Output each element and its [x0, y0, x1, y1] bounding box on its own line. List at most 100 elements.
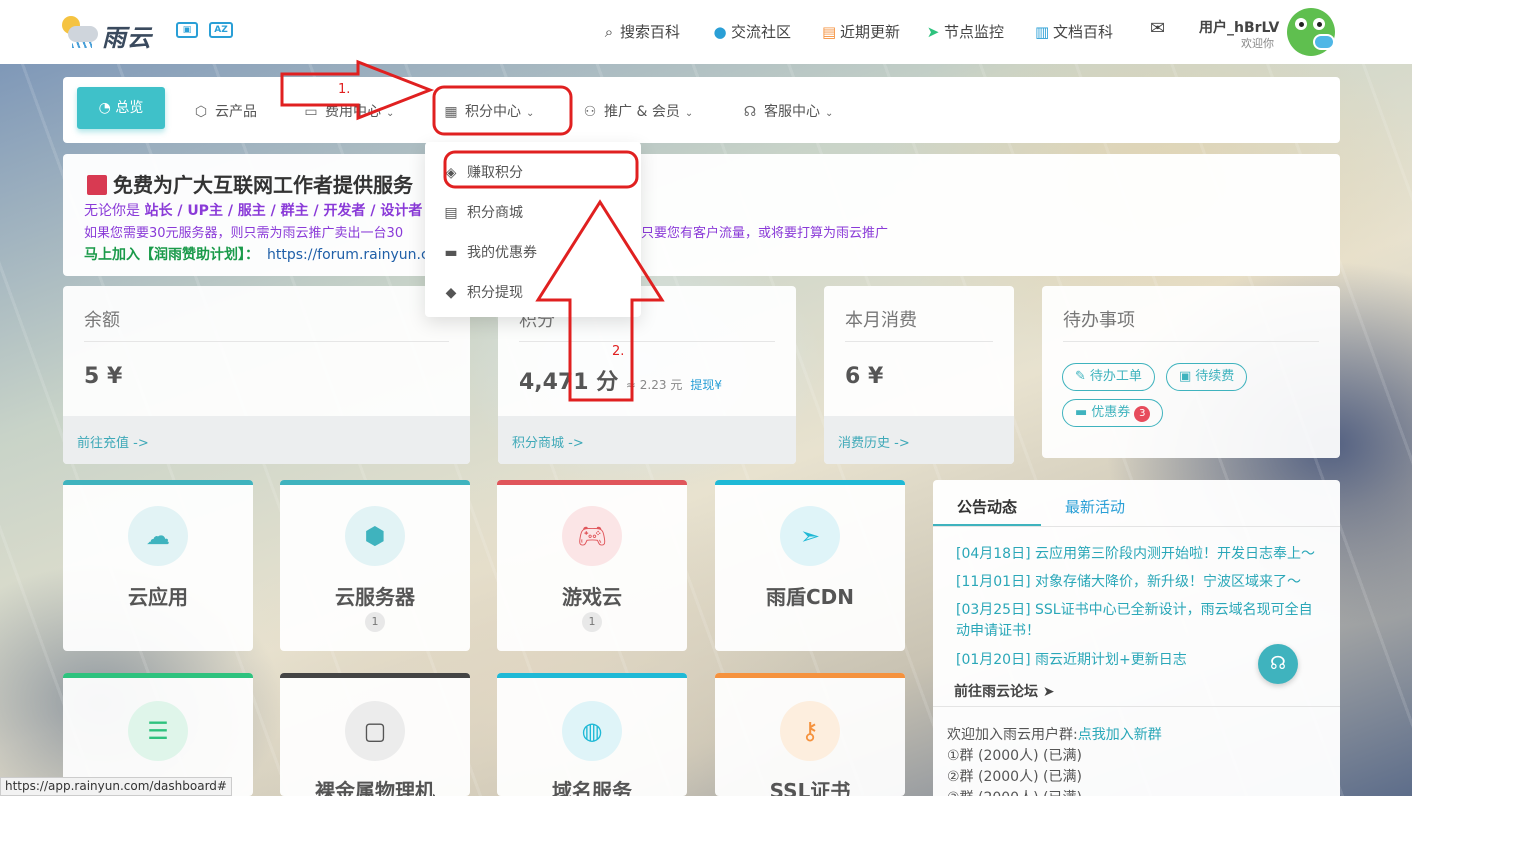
nav-overview-label: 总览	[115, 100, 144, 116]
store-icon: ▤	[444, 205, 458, 221]
spend-history-link[interactable]: 消费历史 ->	[838, 432, 910, 451]
coupons-button[interactable]: ▬ 优惠券 3	[1062, 399, 1164, 427]
monthly-label: 本月消费	[845, 310, 917, 331]
tile-accent-bar	[63, 673, 253, 678]
menu-item-withdraw-points[interactable]: ◆ 积分提现	[443, 282, 523, 302]
chevron-down-icon: ⌄	[526, 108, 535, 119]
book-icon: ▥	[1035, 23, 1050, 41]
news-item[interactable]: [04月18日] 云应用第三阶段内测开始啦！开发日志奉上～	[956, 544, 1316, 565]
cubes-icon: ⬡	[194, 104, 208, 120]
pending-tickets-button[interactable]: ✎ 待办工单	[1062, 363, 1155, 391]
points-approx: ≈ 2.23 元	[625, 378, 683, 392]
divider	[933, 526, 1340, 527]
tile-cloud-app[interactable]: ☁ 云应用	[63, 480, 253, 651]
topnav-community[interactable]: ● 交流社区	[713, 21, 791, 42]
banner-title: 免费为广大互联网工作者提供服务	[87, 169, 413, 198]
nav-promotion[interactable]: ⚇ 推广 & 会员 ⌄	[582, 101, 694, 121]
group-line: ②群 (2000人) (已满)	[947, 769, 1082, 785]
tile-ssl[interactable]: ⚷ SSL证书	[715, 673, 905, 796]
banner-plan-label: 马上加入【润雨赞助计划】：	[84, 247, 259, 263]
menu-item-label: 我的优惠券	[467, 245, 537, 261]
monthly-spend-card: 本月消费 6 ¥ 消费历史 ->	[824, 286, 1014, 464]
nav-label: 积分中心	[465, 104, 521, 120]
announcement-banner: 免费为广大互联网工作者提供服务 无论你是 站长 / UP主 / 服主 / 群主 …	[63, 154, 1340, 276]
menu-item-my-coupons[interactable]: ▬ 我的优惠券	[443, 242, 537, 262]
tile-cdn[interactable]: ➣ 雨盾CDN	[715, 480, 905, 651]
ticket-icon: ▬	[1075, 405, 1088, 420]
tile-accent-bar	[280, 673, 470, 678]
top-bar: 雨云 ▣ AZ ⌕ 搜索百科 ● 交流社区 ▤ 近期更新 ➤ 节点监控 ▥ 文档百科 ✉ …	[0, 0, 1412, 64]
news-item[interactable]: [11月01日] 对象存储大降价，新升级！宁波区域来了～	[956, 572, 1316, 593]
tile-count-badge: 1	[365, 612, 385, 632]
points-dropdown-menu: ◈ 赚取积分 ▤ 积分商城 ▬ 我的优惠券 ◆ 积分提现	[425, 142, 641, 317]
frame-icon: ▢	[345, 701, 405, 761]
pending-renewal-button[interactable]: ▣ 待续费	[1166, 363, 1248, 391]
points-value: 4,471 分	[519, 370, 619, 395]
mail-icon[interactable]: ✉	[1150, 18, 1165, 39]
globe-icon: ◍	[562, 701, 622, 761]
tile-cloud-server[interactable]: ⬢ 云服务器 1	[280, 480, 470, 651]
topnav-docs[interactable]: ▥ 文档百科	[1035, 21, 1113, 42]
translate-icon[interactable]: AZ	[209, 22, 233, 38]
user-name[interactable]: 用户_hBrLV	[1199, 17, 1279, 37]
coupons-label: 优惠券	[1091, 405, 1131, 420]
divider	[84, 341, 449, 342]
tile-bare-metal[interactable]: ▢ 裸金属物理机	[280, 673, 470, 796]
nav-billing[interactable]: ▭ 费用中心 ⌄	[303, 101, 394, 121]
join-group-link[interactable]: 点我加入新群	[1078, 727, 1162, 743]
nav-cloud-products[interactable]: ⬡ 云产品	[193, 101, 257, 121]
support-headset-button[interactable]: ☊	[1258, 644, 1298, 684]
group-line: ③群 (2000人) (已满)	[947, 787, 1082, 796]
points-footer: 积分商城 ->	[498, 416, 796, 464]
menu-item-label: 积分商城	[467, 205, 523, 221]
send-icon: ➤	[926, 23, 940, 41]
topnav-search[interactable]: ⌕ 搜索百科	[602, 21, 680, 42]
menu-item-label: 赚取积分	[467, 165, 523, 181]
money-icon: ▣	[1179, 369, 1192, 384]
news-item[interactable]: [03月25日] SSL证书中心已全新设计，雨云域名现可全自动申请证书！	[956, 600, 1316, 642]
tile-name: 域名服务	[552, 779, 632, 796]
tile-domain[interactable]: ◍ 域名服务	[497, 673, 687, 796]
topnav-monitor[interactable]: ➤ 节点监控	[926, 21, 1004, 42]
image-icon[interactable]: ▣	[176, 22, 198, 38]
banner-line-1-prefix: 无论你是	[84, 203, 140, 219]
nav-points-center[interactable]: ▦ 积分中心 ⌄	[443, 101, 534, 121]
tab-activities[interactable]: 最新活动	[1065, 496, 1125, 517]
coupon-count-badge: 3	[1134, 406, 1151, 422]
forum-link[interactable]: 前往雨云论坛 ➤	[954, 681, 1055, 701]
banner-line-1: 无论你是 站长 / UP主 / 服主 / 群主 / 开发者 / 设计者	[84, 200, 422, 220]
banner-line-2-tail: 只要您有客户流量，或将要打算为雨云推广	[641, 226, 889, 241]
tile-name: 云服务器	[335, 585, 415, 609]
menu-item-earn-points[interactable]: ◈ 赚取积分	[443, 162, 523, 182]
topnav-label: 搜索百科	[620, 23, 681, 41]
tab-announcements[interactable]: 公告动态	[957, 496, 1017, 517]
tile-name: 裸金属物理机	[315, 779, 435, 796]
rainyun-logo[interactable]: 雨云	[62, 14, 162, 52]
news-icon: ▤	[822, 23, 837, 41]
pending-renewal-label: 待续费	[1195, 369, 1235, 384]
forum-link-label: 前往雨云论坛	[954, 684, 1038, 700]
gift-icon	[87, 175, 107, 195]
pencil-icon: ✎	[1075, 369, 1086, 384]
recharge-link[interactable]: 前往充值 ->	[77, 432, 149, 451]
tile-accent-bar	[715, 480, 905, 485]
points-value-row: 4,471 分 ≈ 2.23 元提现¥	[519, 364, 722, 396]
nav-overview[interactable]: ◔ 总览	[77, 87, 165, 129]
topnav-updates[interactable]: ▤ 近期更新	[822, 21, 900, 42]
tile-game-cloud[interactable]: 🎮︎ 游戏云 1	[497, 480, 687, 651]
chevron-down-icon: ⌄	[684, 108, 694, 119]
balance-footer: 前往充值 ->	[63, 416, 470, 464]
send-icon: ➤	[1042, 684, 1055, 700]
topnav-label: 文档百科	[1053, 23, 1114, 41]
banner-forum-link[interactable]: https://forum.rainyun.c	[267, 247, 429, 263]
divider	[933, 706, 1340, 707]
tile-accent-bar	[497, 480, 687, 485]
banner-line-3: 马上加入【润雨赞助计划】： https://forum.rainyun.c	[84, 244, 429, 264]
group-intro: 欢迎加入雨云用户群:点我加入新群	[947, 724, 1162, 744]
menu-item-points-store[interactable]: ▤ 积分商城	[443, 202, 523, 222]
nav-support[interactable]: ☊ 客服中心 ⌄	[742, 101, 834, 121]
share-icon: ➣	[780, 506, 840, 566]
users-icon: ⚇	[583, 104, 597, 120]
points-store-link[interactable]: 积分商城 ->	[512, 432, 584, 451]
withdraw-link[interactable]: 提现¥	[690, 378, 722, 392]
